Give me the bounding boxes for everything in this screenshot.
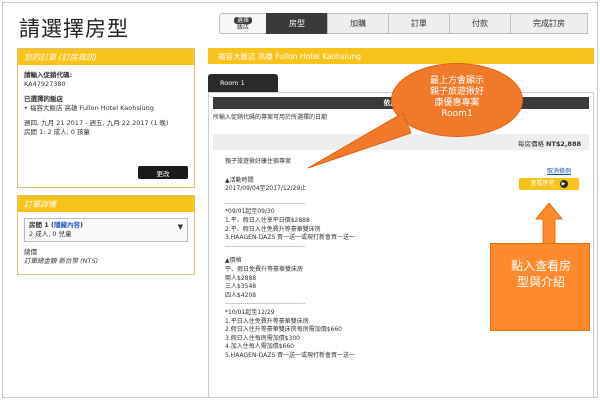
view-room-label: 查看房型 [530, 179, 555, 187]
guest-count: 房間 1: 2 成人, 0 孩童 [24, 128, 90, 136]
hide-content-link[interactable]: 隱藏內容 [54, 221, 80, 229]
callout-bottom-line: 點入查看房 [510, 259, 571, 273]
tab-room-1[interactable]: Room 1 [208, 74, 278, 92]
price-value: NT$2,888 [546, 140, 581, 148]
plan-line: 1.平、假日入住享平日價$2888 [225, 216, 310, 224]
change-button[interactable]: 更改 [138, 166, 188, 179]
order-details-panel: 訂單詳情 房間 1 (隱藏內容) 2 成人, 0 兒童 ▼ 總價 訂單總金額 新… [17, 195, 195, 275]
plan-line: 5.HAAGEN-DAZS 買一送一或現打新會買一送一 [225, 351, 356, 359]
step-label: 付款 [472, 19, 488, 28]
page-title: 請選擇房型 [19, 17, 129, 41]
step-label: 完成訂房 [533, 19, 565, 28]
callout-bottom: 點入查看房 型與介紹 [490, 243, 590, 331]
callout-top-tail [307, 112, 412, 169]
order-header-prefix: 您的訂單 [24, 53, 59, 62]
step-label-top: 選擇 [233, 16, 252, 24]
plan-line: 2.平、假日入住免費升等豪華雙床房 [225, 225, 321, 233]
plan-separator: ------------------------------------- [225, 199, 306, 207]
room-guests: 2 成人, 0 兒童 [29, 230, 72, 238]
callout-bottom-line: 型與介紹 [516, 275, 565, 289]
order-header-em: (訂房資訊) [58, 53, 97, 62]
callout-top-text: 最上方會顯示 親子旅遊揪好 康優惠專案 Room1 [397, 76, 517, 120]
plan-line: 3.HAAGEN-DAZS 買一送一或現打新會買一送一 [225, 234, 356, 242]
room-line-suffix: ) [80, 221, 84, 229]
promo-code-value: KA47927380 [24, 80, 66, 88]
callout-top-line: Room1 [441, 109, 473, 119]
hotel-name-bar: 福容大飯店 高雄 Fullon Hotel Kaohsiung [208, 48, 594, 64]
plan-line: 3.假日入住每房需加價$300 [225, 334, 300, 342]
price-label: 每房價格 [517, 140, 544, 148]
step-label: 房型 [289, 19, 305, 28]
step-order[interactable]: 訂單 [388, 13, 450, 34]
booking-page: 請選擇房型 選擇 飯店 房型 加購 訂單 付款 完成訂房 您的訂單 (訂房資訊)… [2, 2, 598, 398]
chevron-down-icon: ▼ [177, 223, 183, 231]
cancel-policy-link[interactable]: 取消條例 [547, 168, 571, 177]
step-complete[interactable]: 完成訂房 [510, 13, 588, 34]
step-label-bottom: 飯店 [236, 23, 249, 31]
progress-steps: 選擇 飯店 房型 加購 訂單 付款 完成訂房 [219, 13, 597, 34]
stay-dates: 週四, 九月 21 2017 - 週五, 九月 22 2017 (1 晚) [24, 119, 169, 127]
step-label: 訂單 [411, 19, 427, 28]
step-room-type[interactable]: 房型 [266, 13, 328, 34]
promo-code-label: 請輸入促銷代碼: [24, 71, 73, 79]
step-payment[interactable]: 付款 [449, 13, 511, 34]
view-room-button[interactable]: 查看房型 ▶ [519, 178, 579, 190]
order-panel-header: 您的訂單 (訂房資訊) [18, 49, 194, 65]
step-add-on[interactable]: 加購 [327, 13, 389, 34]
plan-line: 4.加入住每人需加價$660 [225, 343, 294, 351]
room-details-dropdown[interactable]: 房間 1 (隱藏內容) 2 成人, 0 兒童 ▼ [24, 218, 188, 242]
room-line-prefix: 房間 1 ( [29, 221, 55, 229]
total-label: 總價 [24, 248, 37, 256]
callout-bottom-arrow [534, 203, 564, 245]
order-summary-panel: 您的訂單 (訂房資訊) 請輸入促銷代碼: KA47927380 已選擇的飯店 •… [17, 48, 195, 188]
callout-top-line: 康優惠專案 [434, 98, 480, 108]
selected-hotel-value: • 福容大飯店 高雄 Fullon Hotel Kaohsiung [24, 104, 154, 112]
callout-bottom-text: 點入查看房 型與介紹 [501, 258, 581, 290]
callout-top-line: 最上方會顯示 [429, 76, 484, 86]
plan-line: *09/01起至09/30 [225, 208, 275, 216]
step-select-hotel[interactable]: 選擇 飯店 [219, 13, 267, 34]
arrow-right-icon: ▶ [559, 180, 568, 188]
callout-top-line: 親子旅遊揪好 [429, 87, 484, 97]
selected-hotel-label: 已選擇的飯店 [24, 95, 63, 103]
details-panel-header: 訂單詳情 [18, 196, 194, 212]
step-label: 加購 [350, 19, 366, 28]
total-note: 訂單總金額 新台幣 (NTS) [24, 257, 99, 265]
